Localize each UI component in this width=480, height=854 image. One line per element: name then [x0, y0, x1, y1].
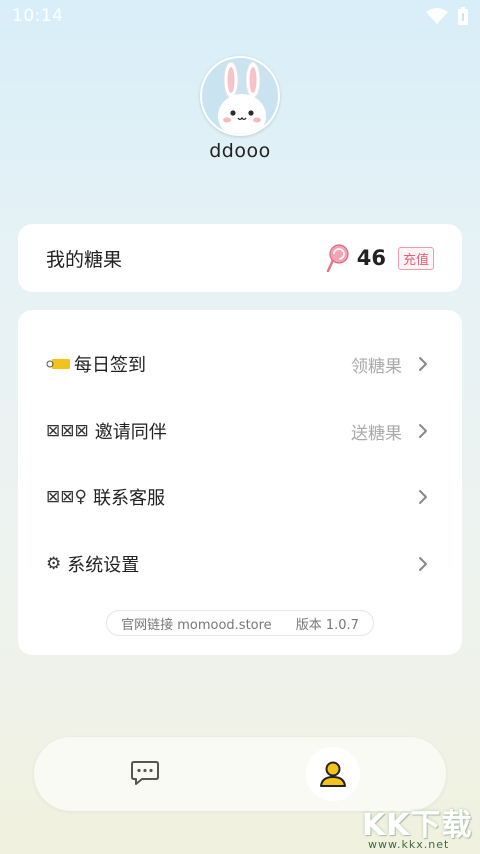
menu-item-invite[interactable]: ⊠⊠⊠ 邀请同伴 送糖果 [18, 411, 462, 451]
chevron-right-icon [419, 557, 427, 571]
menu-item-hint: 领糖果 [351, 356, 402, 377]
menu-item-label: 每日签到 [74, 355, 146, 376]
menu-card: 每日签到 领糖果 ⊠⊠⊠ 邀请同伴 送糖果 ⊠⊠♀ 联系客服 ⚙ 系统设置 官网… [18, 310, 462, 655]
rabbit-avatar [202, 58, 278, 134]
username: ddooo [209, 140, 271, 162]
menu-item-hint: 送糖果 [351, 423, 402, 444]
watermark: KK下载 www.kkx.net [362, 800, 478, 854]
battery-icon [458, 7, 468, 25]
menu-item-support[interactable]: ⊠⊠♀ 联系客服 [18, 477, 462, 517]
candy-title: 我的糖果 [46, 248, 123, 271]
chevron-right-icon [419, 357, 427, 371]
version-label: 版本 1.0.7 [295, 617, 359, 633]
chevron-right-icon [419, 490, 427, 504]
footer-info: 官网链接 momood.store 版本 1.0.7 [106, 610, 374, 636]
candy-balance: 46 充值 [325, 244, 434, 272]
lollipop-icon [326, 244, 349, 272]
candy-card[interactable]: 我的糖果 46 充值 [18, 224, 462, 292]
candy-count: 46 [356, 246, 386, 270]
menu-item-settings[interactable]: ⚙ 系统设置 [18, 544, 462, 584]
invite-icon: ⊠⊠⊠ [46, 421, 89, 441]
status-bar: 10:14 [0, 0, 480, 32]
status-icons [426, 7, 468, 25]
watermark-url: www.kkx.net [368, 838, 450, 851]
menu-item-daily-checkin[interactable]: 每日签到 领糖果 [18, 344, 462, 384]
status-time: 10:14 [12, 6, 64, 26]
chat-icon[interactable] [130, 759, 160, 787]
website-link[interactable]: 官网链接 momood.store [121, 614, 272, 633]
nav-profile-button[interactable] [306, 747, 360, 801]
gear-icon: ⚙ [46, 554, 62, 574]
support-icon: ⊠⊠♀ [46, 487, 87, 507]
profile-icon [320, 761, 346, 787]
chevron-right-icon [419, 424, 427, 438]
recharge-button[interactable]: 充值 [397, 246, 434, 270]
wifi-icon [426, 8, 448, 24]
tag-icon [46, 359, 70, 369]
avatar[interactable] [200, 56, 280, 136]
menu-item-label: 联系客服 [92, 488, 165, 509]
menu-item-label: 邀请同伴 [94, 422, 167, 443]
menu-item-label: 系统设置 [67, 555, 140, 576]
